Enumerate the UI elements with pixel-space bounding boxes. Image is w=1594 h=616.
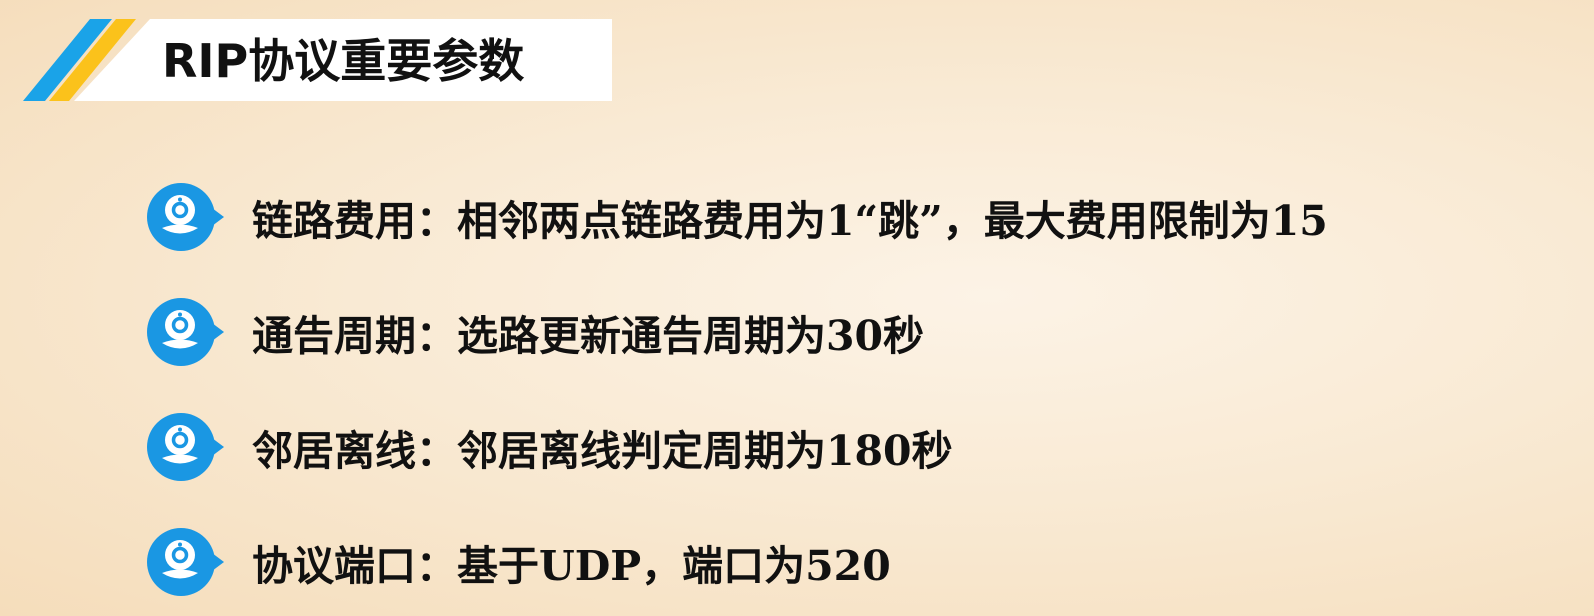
page-title: RIP协议重要参数 [162, 34, 525, 88]
item-text: 基于UDP，端口为520 [457, 542, 891, 590]
webcam-bullet-icon [147, 528, 224, 596]
webcam-bullet-icon [147, 183, 224, 251]
webcam-bullet-icon [147, 298, 224, 366]
list-item-protocol-port: 协议端口： 基于UDP，端口为520 [146, 523, 891, 601]
list-item-link-cost: 链路费用： 相邻两点链路费用为1“跳”，最大费用限制为15 [146, 178, 1328, 256]
item-label: 链路费用： [252, 197, 457, 245]
list-item-advertise-period: 通告周期： 选路更新通告周期为30秒 [146, 293, 924, 371]
list-item-neighbor-offline: 邻居离线： 邻居离线判定周期为180秒 [146, 408, 953, 486]
item-text: 邻居离线判定周期为180秒 [457, 427, 953, 475]
webcam-bullet-icon [147, 413, 224, 481]
item-label: 通告周期： [252, 312, 457, 360]
item-label: 协议端口： [252, 542, 457, 590]
title-bar: RIP协议重要参数 [22, 19, 612, 101]
item-text: 相邻两点链路费用为1“跳”，最大费用限制为15 [457, 197, 1328, 245]
item-label: 邻居离线： [252, 427, 457, 475]
item-text: 选路更新通告周期为30秒 [457, 312, 925, 360]
